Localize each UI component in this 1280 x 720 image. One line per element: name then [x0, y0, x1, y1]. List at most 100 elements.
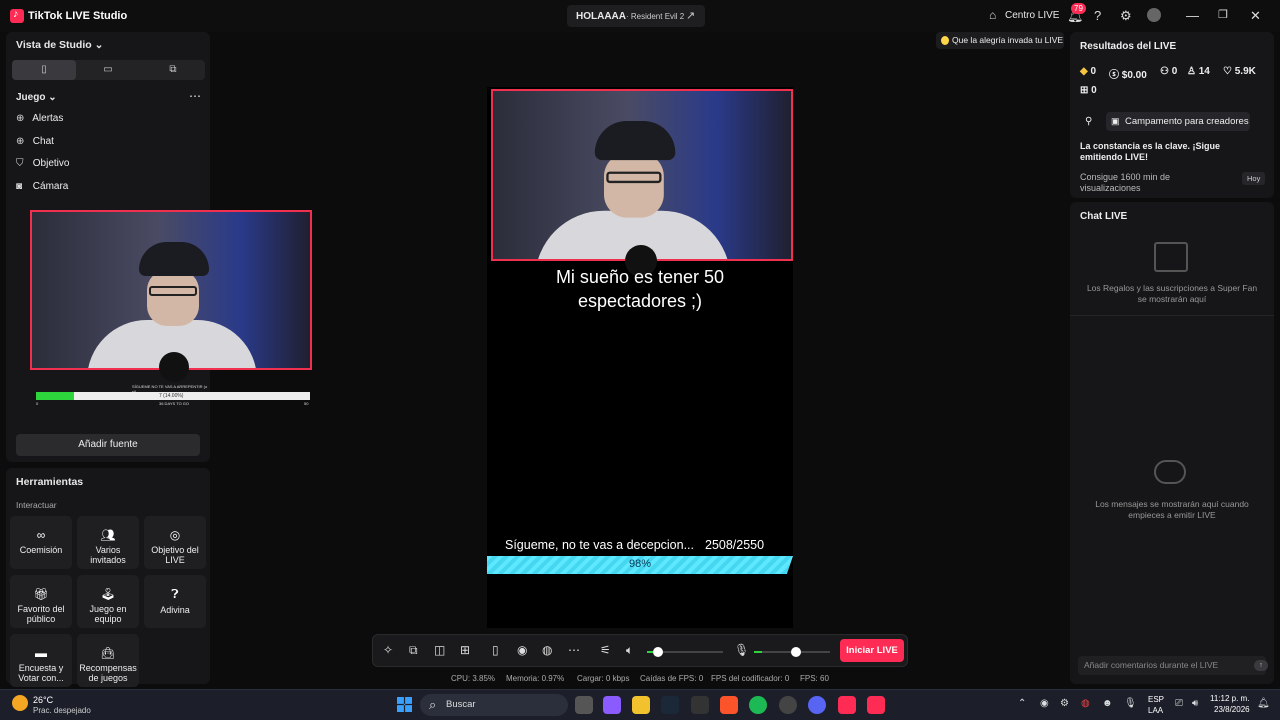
magic-icon[interactable]: ✧ [383, 643, 393, 657]
add-source-button[interactable]: Añadir fuente [16, 434, 200, 456]
studio-view-dropdown[interactable]: Vista de Studio ⌄ [16, 39, 103, 51]
lang-code[interactable]: ESP [1148, 695, 1164, 704]
person-edit-icon[interactable]: ⚲ [1085, 116, 1092, 127]
source-camera[interactable]: ◙ Cámara [16, 181, 68, 192]
portrait-icon[interactable]: ▯ [12, 60, 76, 80]
creator-camp-button[interactable]: Campamento para creadores [1106, 112, 1250, 131]
stream-info-pill[interactable]: HOLAAAA · Resident Evil 2 ↗ [567, 5, 705, 27]
streamer-figure [87, 242, 257, 368]
gear-icon[interactable]: ⚙ [1120, 8, 1132, 24]
tip-banner[interactable]: Que la alegría invada tu LIVE [936, 32, 1064, 49]
maximize-icon[interactable]: ❐ [1218, 8, 1228, 21]
discord-icon[interactable] [808, 696, 826, 714]
mic-slider[interactable] [754, 647, 830, 657]
source-chat[interactable]: ⊕ Chat [16, 136, 54, 147]
more-icon[interactable]: ⋯ [189, 89, 201, 103]
weather-icon[interactable] [12, 695, 28, 711]
notification-badge: 79 [1071, 3, 1086, 14]
tool-favorite[interactable]: 🎁︎ Favorito del público [10, 575, 72, 628]
copilot-icon[interactable] [603, 696, 621, 714]
tool-multi-guest[interactable]: 👥︎ Varios invitados [77, 516, 139, 569]
record-icon[interactable]: ◉ [517, 643, 527, 657]
tool-team-game[interactable]: 🕹︎ Juego en equipo [77, 575, 139, 628]
streamer-figure [535, 121, 731, 259]
lang-layout[interactable]: LAA [1148, 706, 1163, 715]
tool-rewards[interactable]: 👜︎ Recompensas de juegos [77, 634, 139, 687]
tiktok-app-icon[interactable] [838, 696, 856, 714]
stat-fps: FPS: 60 [800, 674, 829, 683]
start-live-button[interactable]: Iniciar LIVE [840, 639, 904, 662]
settings-sliders-icon[interactable]: ⚟ [600, 643, 611, 657]
stage-camera[interactable] [491, 89, 793, 261]
results-title: Resultados del LIVE [1080, 41, 1177, 52]
landscape-icon[interactable]: ▭ [76, 60, 140, 80]
stat-viewers: ⚇ 0 [1160, 66, 1178, 77]
volume-tray-icon[interactable]: 🔊︎ [1192, 698, 1198, 709]
tiktok-studio-icon[interactable] [867, 696, 885, 714]
orientation-switch[interactable]: ▯ ▭ ⧉ [12, 60, 205, 80]
epic-icon[interactable] [691, 696, 709, 714]
tool-live-goal[interactable]: ◎ Objetivo del LIVE [144, 516, 206, 569]
question-icon: ❓︎ [171, 587, 179, 601]
stat-memory: Memoria: 0.97% [506, 674, 565, 683]
tray-alert-icon[interactable]: ◍ [1081, 698, 1090, 709]
stat-diamonds: ◆ 0 [1080, 66, 1097, 77]
close-icon[interactable]: ✕ [1250, 8, 1261, 24]
globe-icon: ⊕ [16, 136, 25, 147]
taskbar-search[interactable]: Buscar [420, 694, 568, 716]
add-scene-icon[interactable]: ⊞ [460, 643, 470, 657]
help-icon[interactable]: ? [1094, 8, 1101, 23]
share-icon[interactable]: ↗ [686, 9, 695, 22]
screen-share-icon[interactable]: ⧉ [409, 643, 418, 658]
speaker-icon[interactable]: 🔈︎ [626, 643, 633, 658]
link-icon: ∞ [36, 528, 46, 542]
network-icon[interactable]: ⎚ [1175, 698, 1183, 709]
avatar[interactable] [1147, 8, 1161, 22]
obs-icon[interactable] [779, 696, 797, 714]
windows-taskbar: 26°C Prac. despejado Buscar ⌃ ◉ ⚙ ◍ ☻ 🎙︎… [0, 689, 1280, 720]
heart-icon: ♡ [1223, 66, 1232, 77]
comment-input[interactable]: Añadir comentarios durante el LIVE ↑ [1078, 656, 1268, 675]
send-icon[interactable]: ↑ [1254, 660, 1268, 671]
home-icon[interactable]: ⌂ [989, 8, 996, 22]
tool-poll[interactable]: ▬ Encuesta y Votar con... [10, 634, 72, 687]
brave-icon[interactable] [720, 696, 738, 714]
source-goal[interactable]: ⛉ Objetivo [16, 158, 69, 169]
gift-icon: 🎁︎ [33, 587, 49, 601]
tray-mic-icon[interactable]: 🎙︎ [1124, 698, 1137, 709]
explorer-icon[interactable] [632, 696, 650, 714]
tool-coemission[interactable]: ∞ Coemisión [10, 516, 72, 569]
capture-icon[interactable]: ◫ [434, 643, 445, 657]
globe-icon: ⊕ [16, 113, 25, 124]
live-center-link[interactable]: Centro LIVE [1005, 10, 1059, 21]
dual-icon[interactable]: ⧉ [141, 60, 205, 80]
weather-temp: 26°C [33, 695, 54, 705]
shield-icon: ⛉ [16, 158, 24, 169]
spotify-icon[interactable] [749, 696, 767, 714]
more-icon[interactable]: ⋯ [568, 643, 580, 657]
steam-icon[interactable] [661, 696, 679, 714]
phone-icon[interactable]: ▯ [492, 643, 499, 657]
gifts-note: Los Regalos y las suscripciones a Super … [1086, 283, 1258, 304]
live-canvas[interactable]: Mi sueño es tener 50 espectadores ;) Síg… [487, 87, 793, 628]
effects-icon[interactable]: ◍ [542, 643, 552, 657]
viewers-icon: ⚇ [1160, 66, 1169, 77]
task-view-icon[interactable] [575, 696, 593, 714]
users-icon: 👥︎ [100, 528, 116, 542]
diamond-icon: ◆ [1080, 66, 1088, 77]
clock-time[interactable]: 11:12 p. m. [1210, 694, 1249, 703]
tray-discord-icon[interactable]: ☻ [1102, 698, 1113, 709]
volume-slider[interactable] [647, 647, 723, 657]
minimize-icon[interactable]: — [1186, 8, 1199, 23]
clock-date[interactable]: 23/8/2026 [1214, 705, 1250, 714]
camera-preview[interactable] [30, 210, 312, 370]
source-alerts[interactable]: ⊕ Alertas [16, 113, 63, 124]
notifications-icon[interactable]: 🔔︎ [1257, 698, 1270, 709]
mic-icon[interactable]: 🎙︎ [734, 643, 749, 657]
tool-guess[interactable]: ❓︎ Adivina [144, 575, 206, 628]
tray-app-icon[interactable]: ◉ [1040, 698, 1049, 709]
scene-dropdown[interactable]: Juego ⌄ [16, 92, 57, 103]
tray-steam-icon[interactable]: ⚙ [1060, 698, 1069, 709]
tray-chevron-icon[interactable]: ⌃ [1018, 698, 1026, 709]
windows-start-icon[interactable] [397, 697, 412, 712]
